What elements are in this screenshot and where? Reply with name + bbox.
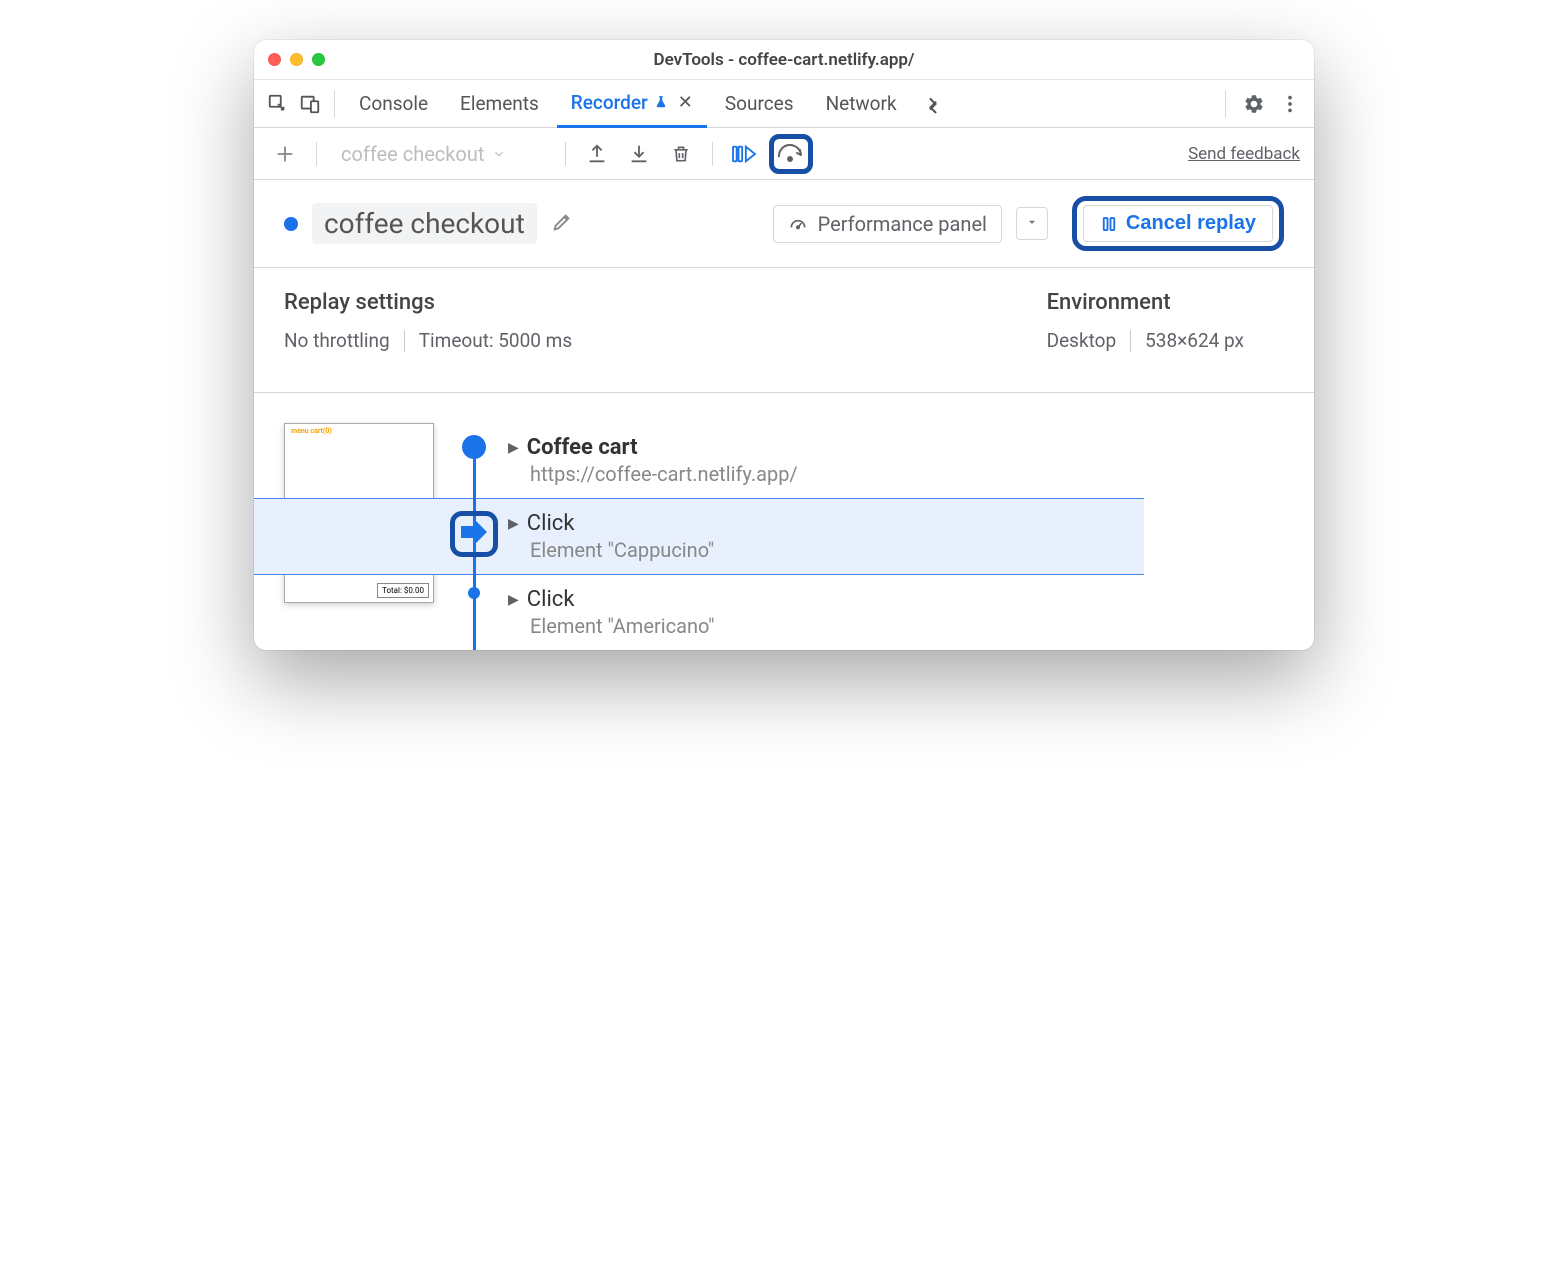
recorder-toolbar: coffee checkout Send feedback xyxy=(254,128,1314,180)
tab-recorder[interactable]: Recorder ✕ xyxy=(557,80,707,128)
device-toggle-icon[interactable] xyxy=(296,90,324,118)
export-icon[interactable] xyxy=(580,137,614,171)
environment-settings: Environment Desktop 538×624 px xyxy=(1047,290,1244,352)
separator xyxy=(1130,330,1131,352)
gear-icon[interactable] xyxy=(1240,90,1268,118)
titlebar: DevTools - coffee-cart.netlify.app/ xyxy=(254,40,1314,80)
cancel-replay-button[interactable]: Cancel replay xyxy=(1083,205,1273,242)
step-title: Coffee cart xyxy=(527,435,638,460)
step-title: Click xyxy=(527,511,575,536)
edit-icon[interactable] xyxy=(551,211,573,237)
kebab-icon[interactable] xyxy=(1276,90,1304,118)
separator xyxy=(712,142,713,166)
separator xyxy=(316,142,317,166)
add-icon[interactable] xyxy=(268,137,302,171)
trash-icon[interactable] xyxy=(664,137,698,171)
close-icon[interactable]: ✕ xyxy=(678,92,693,113)
recording-name[interactable]: coffee checkout xyxy=(312,203,537,244)
separator xyxy=(334,90,335,118)
window-title: DevTools - coffee-cart.netlify.app/ xyxy=(254,50,1314,70)
tabs-row: Console Elements Recorder ✕ Sources Netw… xyxy=(254,80,1314,128)
recording-select[interactable]: coffee checkout xyxy=(331,138,551,170)
step-item[interactable]: ▶ Click Element "Americano" xyxy=(454,575,1314,650)
dimensions-value: 538×624 px xyxy=(1145,329,1244,352)
step-over-icon[interactable] xyxy=(776,141,806,167)
pause-icon xyxy=(1100,215,1118,233)
step-replay-icon[interactable] xyxy=(727,137,761,171)
gauge-icon xyxy=(788,214,808,234)
replay-settings: Replay settings No throttling Timeout: 5… xyxy=(284,290,572,352)
chevron-right-icon[interactable]: ▶ xyxy=(508,592,519,608)
chevron-right-icon[interactable]: ▶ xyxy=(508,516,519,532)
tab-console[interactable]: Console xyxy=(345,80,442,128)
tab-more[interactable] xyxy=(915,80,951,128)
send-feedback-link[interactable]: Send feedback xyxy=(1188,144,1300,164)
step-subtitle: Element "Cappucino" xyxy=(530,538,714,562)
timeline-dot-icon xyxy=(462,435,486,459)
arrow-right-icon xyxy=(459,520,489,544)
tab-network[interactable]: Network xyxy=(812,80,911,128)
panel-select-chevron[interactable] xyxy=(1016,207,1048,240)
import-icon[interactable] xyxy=(622,137,656,171)
throttling-value[interactable]: No throttling xyxy=(284,329,390,352)
tab-elements[interactable]: Elements xyxy=(446,80,553,128)
highlight-cancel: Cancel replay xyxy=(1072,196,1284,251)
separator xyxy=(565,142,566,166)
chevron-right-icon[interactable]: ▶ xyxy=(508,440,519,456)
inspect-icon[interactable] xyxy=(264,90,292,118)
environment-heading: Environment xyxy=(1047,290,1244,315)
step-subtitle: Element "Americano" xyxy=(530,614,714,638)
step-item-current[interactable]: ▶ Click Element "Cappucino" xyxy=(254,498,1144,575)
replay-settings-heading: Replay settings xyxy=(284,290,572,315)
timeline-dot-icon xyxy=(468,587,480,599)
step-subtitle: https://coffee-cart.netlify.app/ xyxy=(530,462,798,486)
highlight-current-marker xyxy=(450,511,498,557)
flask-icon xyxy=(654,91,668,114)
devtools-window: DevTools - coffee-cart.netlify.app/ Cons… xyxy=(254,40,1314,650)
timeout-value[interactable]: Timeout: 5000 ms xyxy=(419,329,572,352)
settings-section: Replay settings No throttling Timeout: 5… xyxy=(254,268,1314,393)
recording-status-dot xyxy=(284,217,298,231)
step-item[interactable]: ▶ Coffee cart https://coffee-cart.netlif… xyxy=(454,423,1314,498)
steps-area: menu cart(0) Total: $0.00 ▶ xyxy=(254,393,1314,650)
performance-panel-select[interactable]: Performance panel xyxy=(773,205,1002,243)
recording-header: coffee checkout Performance panel Cancel… xyxy=(254,180,1314,268)
highlight-step-over xyxy=(769,134,813,174)
tab-sources[interactable]: Sources xyxy=(711,80,808,128)
step-title: Click xyxy=(527,587,575,612)
device-value: Desktop xyxy=(1047,329,1117,352)
separator xyxy=(1225,90,1226,118)
separator xyxy=(404,330,405,352)
